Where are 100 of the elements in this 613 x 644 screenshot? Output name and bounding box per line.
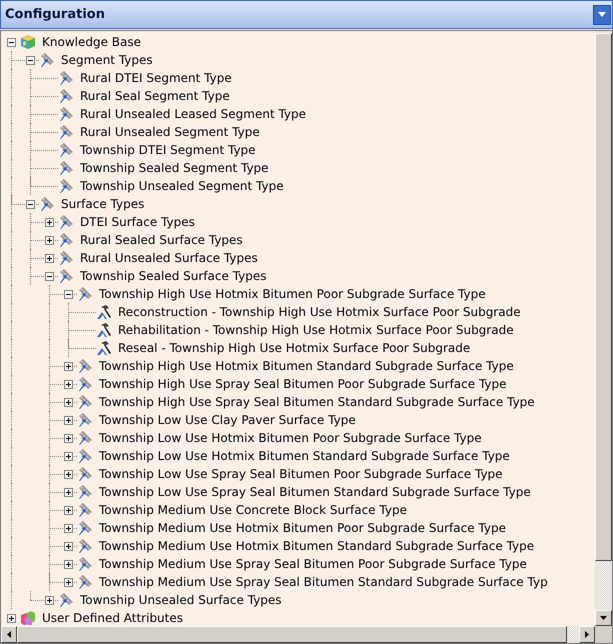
expand-button[interactable] [64,470,73,478]
road-icon [58,592,74,608]
expand-button[interactable] [45,254,54,262]
tree-item[interactable]: Reconstruction - Township High Use Hotmix Surface Poor Subgrade [118,303,521,321]
collapse-button[interactable] [45,272,54,280]
road-icon [58,106,74,122]
down-arrow-icon [600,616,607,620]
collapse-button[interactable] [7,38,16,46]
tree-item[interactable]: Surface Types [61,195,144,213]
road-icon [39,196,55,212]
road-icon [77,358,93,374]
road-icon [58,250,74,266]
globe-cube-icon [20,34,36,50]
road-icon [77,484,93,500]
tree-item[interactable]: Township High Use Spray Seal Bitumen Poor Subgrade Surface Type [99,375,507,393]
road-icon [58,178,74,194]
tree-item[interactable]: Township Sealed Segment Type [80,159,269,177]
road-icon [77,502,93,518]
road-icon [58,88,74,104]
dropdown-button[interactable] [593,4,611,24]
road-icon [58,232,74,248]
tree-item[interactable]: Segment Types [61,51,153,69]
expand-button[interactable] [64,416,73,424]
road-icon [77,448,93,464]
tree-item[interactable]: Rehabilitation - Township High Use Hotmix Surface Poor Subgrade [118,321,514,339]
tree-item[interactable]: Township Low Use Hotmix Bitumen Standard Subgrade Surface Type [99,447,510,465]
hammer-icon [96,322,112,338]
tree-item[interactable]: Knowledge Base [42,33,141,51]
tree-item[interactable]: Township Medium Use Spray Seal Bitumen Poor Subgrade Surface Type [99,555,527,573]
collapse-button[interactable] [26,56,35,64]
collapse-button[interactable] [64,290,73,298]
collapse-button[interactable] [26,200,35,208]
right-arrow-icon [585,631,589,638]
expand-button[interactable] [64,560,73,568]
expand-button[interactable] [64,398,73,406]
road-icon [77,466,93,482]
tree-item[interactable]: Township Unsealed Surface Types [80,591,282,609]
road-icon [58,142,74,158]
expand-button[interactable] [45,596,54,604]
tree-item[interactable]: DTEI Surface Types [80,213,195,231]
road-icon [58,160,74,176]
tree-item[interactable]: Rural Seal Segment Type [80,87,230,105]
scroll-down-button[interactable] [595,610,612,626]
tree-item[interactable]: Township Low Use Spray Seal Bitumen Poor Subgrade Surface Type [99,465,503,483]
tree-item[interactable]: User Defined Attributes [42,609,184,626]
expand-button[interactable] [64,524,73,532]
road-icon [77,538,93,554]
expand-button[interactable] [64,578,73,586]
tree-item[interactable]: Township High Use Hotmix Bitumen Poor Subgrade Surface Type [99,285,486,303]
expand-button[interactable] [7,614,16,622]
tree-item[interactable]: Township Low Use Spray Seal Bitumen Standard Subgrade Surface Type [99,483,531,501]
tree-item[interactable]: Township Medium Use Hotmix Bitumen Standard Subgrade Surface Type [99,537,534,555]
panel-title: Configuration [5,6,105,24]
hammer-icon [96,340,112,356]
tree-item[interactable]: Reseal - Township High Use Hotmix Surface Poor Subgrade [118,339,470,357]
tree-item[interactable]: Township Sealed Surface Types [80,267,267,285]
caret-icon [598,12,606,17]
expand-button[interactable] [64,380,73,388]
left-arrow-icon [7,631,11,638]
road-icon [77,574,93,590]
road-icon [77,376,93,392]
road-icon [77,412,93,428]
tree-item[interactable]: Township Medium Use Spray Seal Bitumen Standard Subgrade Surface Typ [99,573,548,591]
tree-item[interactable]: Township DTEI Segment Type [80,141,256,159]
road-icon [77,520,93,536]
tree-item[interactable]: Township Medium Use Hotmix Bitumen Poor Subgrade Surface Type [99,519,506,537]
scrollbar-track[interactable] [567,626,579,643]
road-icon [77,286,93,302]
expand-button[interactable] [45,236,54,244]
tree-item[interactable]: Township Low Use Hotmix Bitumen Poor Subgrade Surface Type [99,429,482,447]
tree-item[interactable]: Rural Unsealed Leased Segment Type [80,105,306,123]
scroll-right-button[interactable] [579,626,595,643]
road-icon [77,394,93,410]
hammer-icon [96,304,112,320]
tree-item[interactable]: Township Low Use Clay Paver Surface Type [99,411,356,429]
expand-button[interactable] [64,506,73,514]
expand-button[interactable] [64,488,73,496]
expand-button[interactable] [64,452,73,460]
road-icon [58,124,74,140]
scroll-left-button[interactable] [1,626,17,643]
expand-button[interactable] [64,362,73,370]
expand-button[interactable] [64,542,73,550]
road-icon [77,556,93,572]
tree-item[interactable]: Township High Use Hotmix Bitumen Standard Subgrade Surface Type [99,357,514,375]
tree-item[interactable]: Rural Unsealed Segment Type [80,123,260,141]
expand-button[interactable] [64,434,73,442]
tree-item[interactable]: Rural DTEI Segment Type [80,69,232,87]
road-icon [77,430,93,446]
tree-item[interactable]: Township Unsealed Segment Type [80,177,284,195]
cubes-icon [20,610,36,626]
road-icon [58,268,74,284]
tree-item[interactable]: Township Medium Use Concrete Block Surface Type [99,501,407,519]
road-icon [58,70,74,86]
scrollbar-corner [595,626,612,643]
tree-item[interactable]: Rural Sealed Surface Types [80,231,243,249]
road-icon [58,214,74,230]
road-icon [39,52,55,68]
tree-item[interactable]: Township High Use Spray Seal Bitumen Standard Subgrade Surface Type [99,393,535,411]
tree-item[interactable]: Rural Unsealed Surface Types [80,249,258,267]
expand-button[interactable] [45,218,54,226]
